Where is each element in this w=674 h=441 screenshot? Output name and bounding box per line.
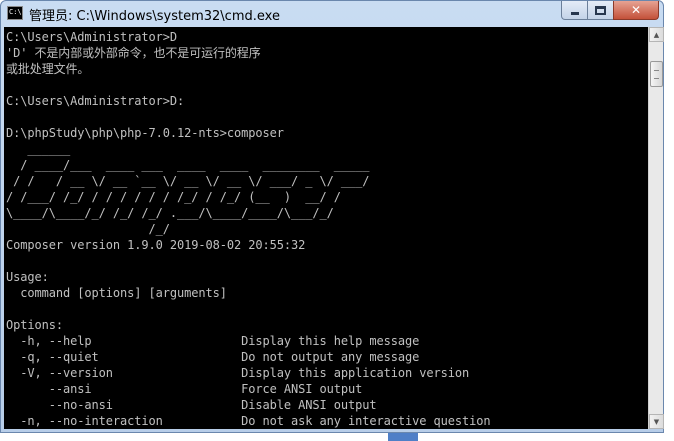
- console-line: 'D' 不是内部或外部命令，也不是可运行的程序: [6, 46, 261, 60]
- console-line: -n, --no-interaction Do not ask any inte…: [6, 414, 491, 428]
- vertical-scrollbar[interactable]: ▲ ▼: [648, 27, 664, 429]
- scroll-up-icon: ▲: [653, 30, 660, 39]
- close-icon: ✕: [630, 3, 642, 17]
- title-bar[interactable]: 管理员: C:\Windows\system32\cmd.exe ✕: [1, 1, 663, 27]
- console-output[interactable]: C:\Users\Administrator>D 'D' 不是内部或外部命令，也不…: [4, 27, 648, 429]
- console-line: -h, --help Display this help message: [6, 334, 420, 348]
- window-title: 管理员: C:\Windows\system32\cmd.exe: [29, 9, 280, 24]
- console-line: /_/: [6, 222, 170, 236]
- console-line: Options:: [6, 318, 63, 332]
- console-line: --no-ansi Disable ANSI output: [6, 398, 377, 412]
- minimize-button[interactable]: [561, 1, 588, 20]
- maximize-icon: [595, 5, 606, 15]
- close-button[interactable]: ✕: [613, 1, 659, 20]
- console-line: --ansi Force ANSI output: [6, 382, 363, 396]
- cmd-icon[interactable]: [7, 6, 23, 20]
- console-line: C:\Users\Administrator>D:: [6, 94, 185, 108]
- cmd-window: 管理员: C:\Windows\system32\cmd.exe ✕ C:\Us…: [0, 0, 664, 433]
- console-line: / / / __ \/ __ `__ \/ __ \/ __ \/ ___/ _…: [6, 174, 370, 188]
- console-line: Composer version 1.9.0 2019-08-02 20:55:…: [6, 238, 306, 252]
- console-line: -V, --version Display this application v…: [6, 366, 470, 380]
- console-line: D:\phpStudy\php\php-7.0.12-nts>composer: [6, 126, 284, 140]
- background-tab: [388, 433, 418, 441]
- maximize-button[interactable]: [587, 1, 614, 20]
- console-line: C:\Users\Administrator>D: [6, 30, 177, 44]
- scroll-down-icon: ▼: [653, 417, 660, 426]
- console-line: / /___/ /_/ / / / / / / /_/ / /_/ (__ ) …: [6, 190, 341, 204]
- minimize-icon: [570, 11, 579, 15]
- console-line: 或批处理文件。: [6, 62, 90, 76]
- scroll-up-button[interactable]: ▲: [649, 27, 664, 42]
- console-line: ______: [6, 142, 71, 156]
- console-lines: C:\Users\Administrator>D 'D' 不是内部或外部命令，也不…: [6, 29, 646, 429]
- scroll-thumb[interactable]: [650, 61, 663, 87]
- console-line: Usage:: [6, 270, 49, 284]
- background-peek: [0, 433, 674, 441]
- console-line: command [options] [arguments]: [6, 286, 227, 300]
- console-line: -q, --quiet Do not output any message: [6, 350, 420, 364]
- console-line: / ____/___ ____ ___ ____ ____ ________ _…: [6, 158, 370, 172]
- console-line: \____/\____/_/ /_/ /_/ .___/\____/____/\…: [6, 206, 334, 220]
- scroll-down-button[interactable]: ▼: [649, 414, 664, 429]
